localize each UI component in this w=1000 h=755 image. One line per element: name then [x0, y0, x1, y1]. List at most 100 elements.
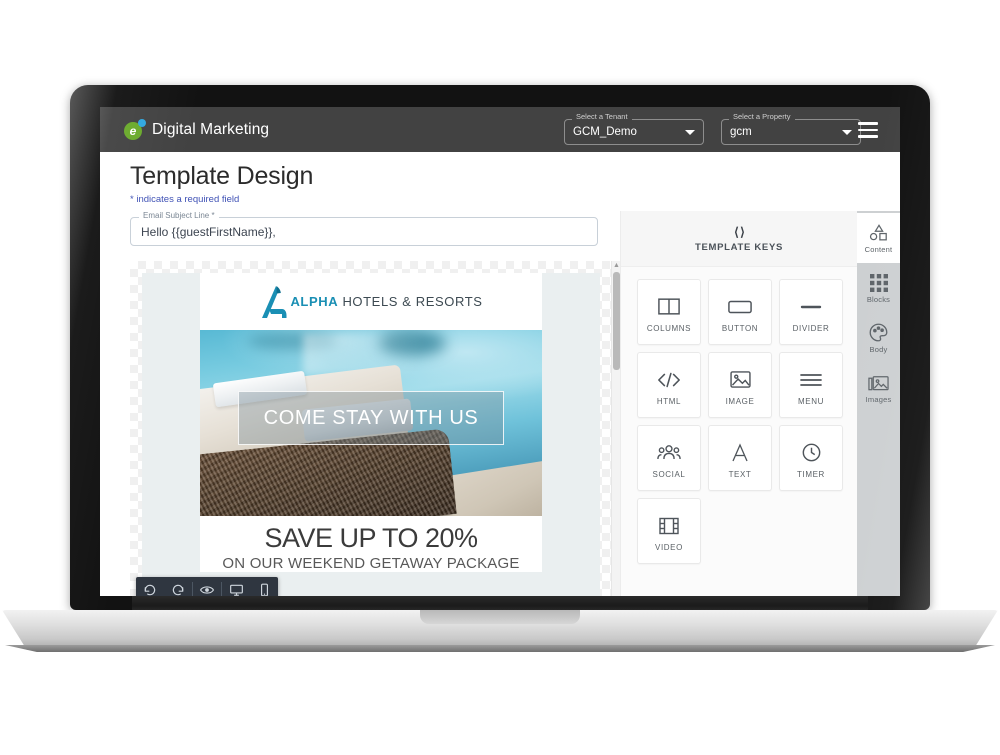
block-label: SOCIAL: [652, 469, 686, 479]
editor-layout: Email Subject Line * Hello {{guestFirstN…: [100, 211, 900, 596]
laptop-base-notch: [420, 610, 580, 624]
block-timer[interactable]: TIMER: [779, 425, 843, 491]
text-letter-a-icon: [731, 438, 749, 468]
editor-tool-rail: Content Blocks Body Images: [857, 211, 900, 596]
right-panel: ⟨ ⟩ TEMPLATE KEYS COLUMNS BUTTON DIVIDER…: [620, 211, 900, 596]
email-hero-image-block[interactable]: COME STAY WITH US: [200, 330, 542, 516]
block-label: HTML: [656, 396, 682, 406]
pool-highlight: [302, 333, 501, 375]
html-code-icon: [657, 365, 681, 395]
property-select[interactable]: gcm: [721, 119, 861, 145]
divider-icon: [800, 292, 822, 322]
block-label: IMAGE: [725, 396, 755, 406]
button-icon: [728, 292, 752, 322]
logo-brand-text: ALPHA: [290, 294, 339, 309]
app-header-bar: e Digital Marketing Select a Tenant GCM_…: [100, 107, 900, 152]
preview-eye-icon[interactable]: [193, 577, 221, 596]
columns-icon: [658, 292, 680, 322]
laptop-base-edge: [4, 645, 996, 652]
alpha-hotels-logo: ALPHA HOTELS & RESORTS: [259, 285, 482, 319]
blocks-grid: COLUMNS BUTTON DIVIDER HTML IMAGE MENU S…: [621, 267, 857, 574]
logo-wordmark: ALPHA HOTELS & RESORTS: [290, 294, 482, 309]
block-html[interactable]: HTML: [637, 352, 701, 418]
brand: e Digital Marketing: [100, 118, 270, 141]
redo-icon[interactable]: [164, 577, 192, 596]
editor-column: Email Subject Line * Hello {{guestFirstN…: [100, 211, 620, 596]
logo-letter: e: [129, 123, 137, 138]
template-keys-header[interactable]: ⟨ ⟩ TEMPLATE KEYS: [621, 211, 857, 267]
rail-label: Content: [864, 245, 893, 254]
scroll-up-arrow-icon[interactable]: ▲: [613, 261, 620, 270]
clock-timer-icon: [802, 438, 821, 468]
promo-headline: SAVE UP TO 20%: [264, 523, 478, 553]
tenant-select-label: Select a Tenant: [572, 112, 632, 121]
email-content-column[interactable]: ALPHA HOTELS & RESORTS COME STAY WITH US…: [200, 273, 542, 573]
email-body-area[interactable]: ALPHA HOTELS & RESORTS COME STAY WITH US…: [142, 273, 600, 596]
email-canvas[interactable]: ALPHA HOTELS & RESORTS COME STAY WITH US…: [130, 261, 620, 596]
block-video[interactable]: VIDEO: [637, 498, 701, 564]
block-social[interactable]: SOCIAL: [637, 425, 701, 491]
logo-a-mark-icon: [259, 285, 289, 319]
rail-label: Body: [869, 345, 888, 354]
menu-lines-icon: [800, 365, 822, 395]
chevron-down-icon: [842, 129, 852, 135]
email-subject-label: Email Subject Line *: [139, 211, 219, 220]
laptop-mockup: e Digital Marketing Select a Tenant GCM_…: [0, 0, 1000, 755]
block-button[interactable]: BUTTON: [708, 279, 772, 345]
block-divider[interactable]: DIVIDER: [779, 279, 843, 345]
rail-item-images[interactable]: Images: [857, 363, 900, 413]
tenant-select-group[interactable]: Select a Tenant GCM_Demo: [564, 112, 704, 145]
scrollbar-thumb[interactable]: [613, 272, 620, 370]
undo-icon[interactable]: [136, 577, 164, 596]
block-text[interactable]: TEXT: [708, 425, 772, 491]
desktop-view-icon[interactable]: [222, 577, 250, 596]
tenant-select[interactable]: GCM_Demo: [564, 119, 704, 145]
video-film-icon: [659, 511, 679, 541]
promo-subline: ON OUR WEEKEND GETAWAY PACKAGE: [222, 555, 520, 573]
rail-label: Blocks: [866, 295, 891, 304]
grid-blocks-icon: [869, 272, 888, 293]
property-select-label: Select a Property: [729, 112, 795, 121]
app-title: Digital Marketing: [152, 120, 270, 138]
images-stack-icon: [868, 372, 889, 393]
social-people-icon: [657, 438, 681, 468]
template-keys-title: TEMPLATE KEYS: [694, 241, 784, 253]
code-brackets-icon: ⟨ ⟩: [734, 224, 745, 239]
canvas-scrollbar[interactable]: ▲ ▼: [611, 261, 620, 596]
palette-body-icon: [869, 322, 888, 343]
hero-text-overlay[interactable]: COME STAY WITH US: [237, 391, 505, 446]
chevron-down-icon: [685, 129, 695, 135]
mobile-view-icon[interactable]: [250, 577, 278, 596]
hero-overlay-text: COME STAY WITH US: [263, 406, 479, 429]
template-keys-panel: ⟨ ⟩ TEMPLATE KEYS COLUMNS BUTTON DIVIDER…: [620, 211, 857, 596]
email-promo-text-block[interactable]: SAVE UP TO 20% ON OUR WEEKEND GETAWAY PA…: [200, 516, 542, 573]
property-select-value: gcm: [730, 126, 752, 138]
block-label: TEXT: [728, 469, 752, 479]
email-logo-block[interactable]: ALPHA HOTELS & RESORTS: [200, 273, 542, 330]
rail-item-blocks[interactable]: Blocks: [857, 263, 900, 313]
block-label: VIDEO: [655, 542, 683, 552]
rail-label: Images: [865, 395, 892, 404]
block-label: COLUMNS: [646, 323, 692, 333]
block-columns[interactable]: COLUMNS: [637, 279, 701, 345]
block-menu[interactable]: MENU: [779, 352, 843, 418]
shapes-content-icon: [869, 222, 889, 243]
rail-item-body[interactable]: Body: [857, 313, 900, 363]
email-subject-input[interactable]: Hello {{guestFirstName}},: [130, 217, 598, 246]
email-subject-field[interactable]: Email Subject Line * Hello {{guestFirstN…: [130, 211, 598, 246]
block-label: TIMER: [797, 469, 825, 479]
property-select-group[interactable]: Select a Property gcm: [721, 112, 861, 145]
block-label: BUTTON: [721, 323, 759, 333]
app-screen: e Digital Marketing Select a Tenant GCM_…: [100, 107, 900, 596]
editor-bottom-toolbar[interactable]: [136, 577, 278, 596]
hamburger-menu-icon[interactable]: [858, 122, 878, 138]
rail-item-content[interactable]: Content: [857, 213, 900, 263]
block-label: MENU: [798, 396, 824, 406]
page-header: Template Design * indicates a required f…: [100, 152, 900, 211]
logo-dot: [138, 118, 146, 127]
required-field-note: * indicates a required field: [130, 194, 240, 205]
block-label: DIVIDER: [792, 323, 830, 333]
block-image[interactable]: IMAGE: [708, 352, 772, 418]
app-logo-icon: e: [124, 118, 146, 141]
image-icon: [729, 365, 751, 395]
